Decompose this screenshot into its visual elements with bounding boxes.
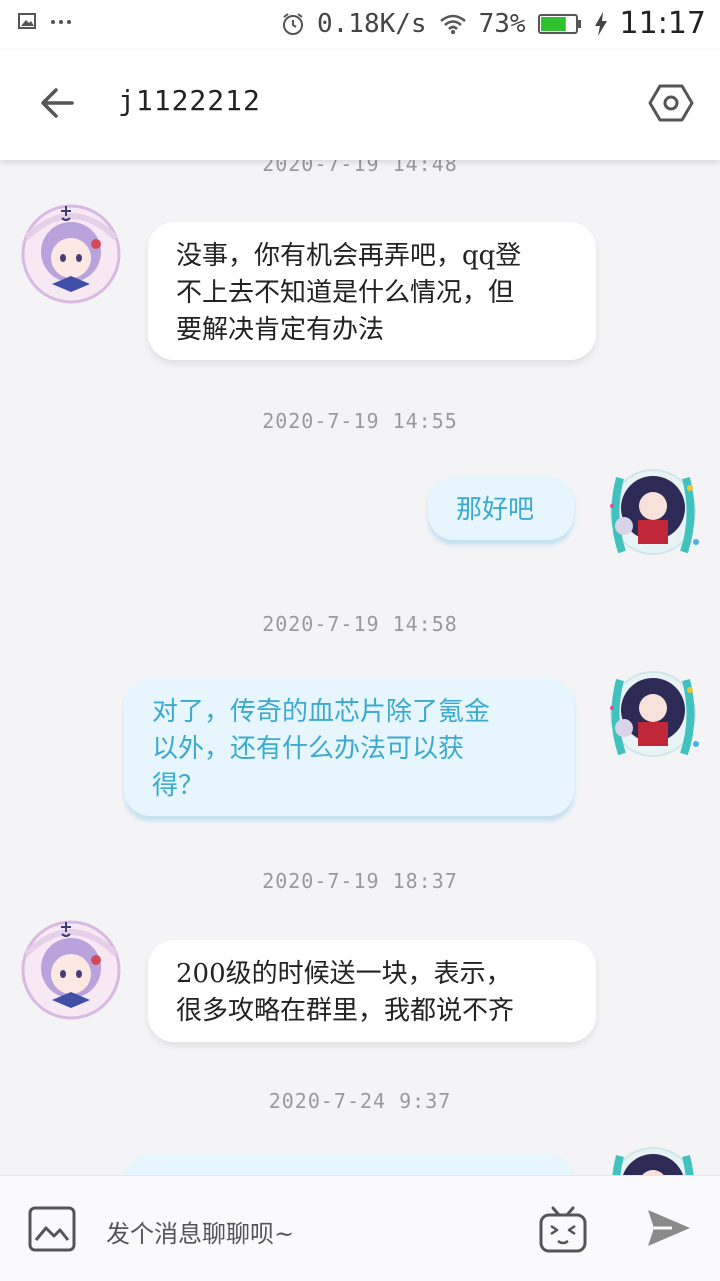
wifi-icon: [439, 14, 466, 34]
message-timestamp: 2020-7-19 14:48: [262, 160, 458, 176]
alarm-icon: [282, 12, 303, 35]
send-arrow-icon[interactable]: [646, 1208, 692, 1248]
network-speed: 0.18K/s: [316, 8, 427, 39]
self-avatar[interactable]: [600, 658, 706, 764]
message-input-bar: 发个消息聊聊呗~: [0, 1175, 720, 1281]
arrow-left-icon[interactable]: [32, 78, 82, 128]
battery-percent: 73%: [478, 8, 526, 39]
charging-icon: [594, 11, 607, 36]
message-bubble-received[interactable]: 200级的时候送一块，表示， 很多攻略在群里，我都说不齐: [148, 940, 596, 1042]
message-timestamp: 2020-7-19 14:55: [262, 409, 458, 433]
page-title: j1122212: [118, 84, 261, 117]
contact-avatar[interactable]: [18, 914, 124, 1020]
image-icon: [18, 13, 36, 29]
bilibili-tv-emoji-icon[interactable]: [538, 1204, 588, 1254]
message-line: 很多攻略在群里，我都说不齐: [176, 996, 515, 1026]
message-bubble-received[interactable]: 没事，你有机会再弄吧，qq登 不上去不知道是什么情况，但 要解决肯定有办法: [148, 222, 596, 360]
message-bubble-sent[interactable]: 对了，传奇的血芯片除了氪金 以外，还有什么办法可以获 得？: [124, 678, 574, 816]
more-dots-icon: [51, 20, 71, 24]
message-timestamp: 2020-7-19 18:37: [262, 869, 458, 893]
image-picker-icon[interactable]: [28, 1206, 76, 1252]
message-line: 200级的时候送一块，表示，: [176, 959, 512, 989]
chat-header: j1122212: [0, 50, 720, 160]
message-line: 不上去不知道是什么情况，但: [176, 278, 515, 308]
clock: 11:17: [619, 6, 706, 41]
battery-icon: [537, 13, 581, 34]
status-bar: 0.18K/s 73% 11:17: [0, 0, 720, 50]
message-line: 得？: [152, 771, 205, 801]
self-avatar[interactable]: [600, 1134, 706, 1175]
message-line: 那好吧: [456, 495, 535, 525]
contact-avatar[interactable]: [18, 198, 124, 304]
message-line: 没事，你有机会再弄吧，qq登: [176, 241, 522, 271]
message-list[interactable]: 2020-7-19 14:48 没事，你有机会再弄吧，qq登 不上去不知道是什么…: [0, 160, 720, 1175]
hexagon-settings-icon[interactable]: [646, 78, 696, 128]
message-timestamp: 2020-7-19 14:58: [262, 612, 458, 636]
message-input[interactable]: 发个消息聊聊呗~: [106, 1214, 294, 1249]
self-avatar[interactable]: [600, 456, 706, 562]
message-bubble-sent-partial[interactable]: [124, 1154, 574, 1175]
message-timestamp: 2020-7-24 9:37: [268, 1089, 452, 1113]
message-bubble-sent[interactable]: 那好吧: [428, 476, 574, 540]
message-line: 以外，还有什么办法可以获: [152, 734, 465, 764]
message-line: 对了，传奇的血芯片除了氪金: [152, 697, 491, 727]
message-line: 要解决肯定有办法: [176, 315, 385, 345]
